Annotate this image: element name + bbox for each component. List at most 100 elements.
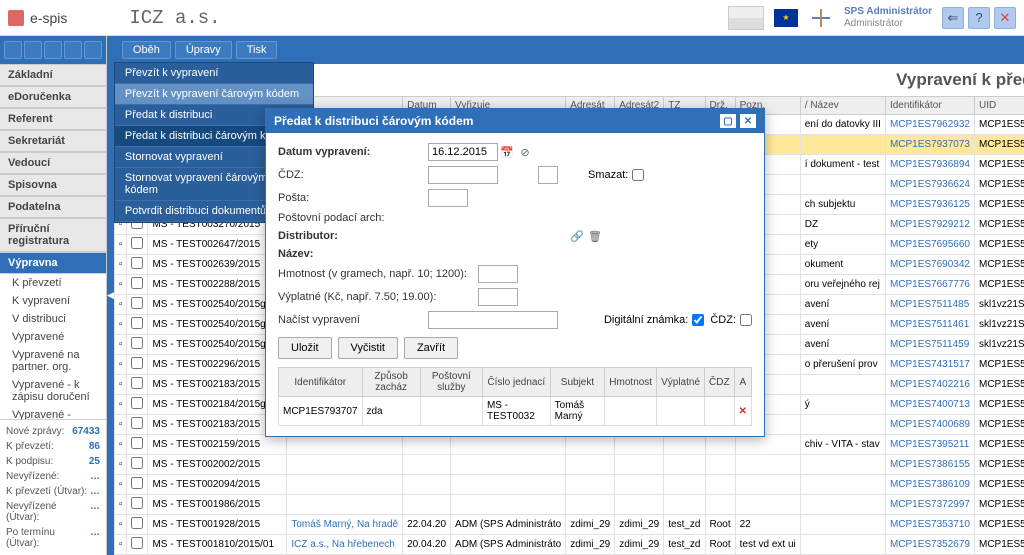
clear-button[interactable]: Vyčistit (338, 337, 398, 359)
row-checkbox[interactable] (131, 457, 143, 469)
sidebar-item[interactable]: Vypravené (0, 328, 106, 346)
cdz2-checkbox[interactable] (740, 314, 752, 326)
hmot-label: Hmotnost (v gramech, např. 10; 1200): (278, 268, 478, 280)
folder-icon: ▫ (119, 459, 123, 470)
sidebar-item[interactable]: K vypravení (0, 292, 106, 310)
dialog-popout-button[interactable]: ▢ (720, 114, 736, 128)
row-checkbox[interactable] (131, 497, 143, 509)
sidebar-section[interactable]: Výpravna (0, 252, 106, 274)
smazat-label: Smazat: (588, 169, 628, 181)
folder-icon: ▫ (119, 479, 123, 490)
toolbar-upravy-button[interactable]: Úpravy (175, 41, 232, 59)
sidebar-section[interactable]: Spisovna (0, 174, 106, 196)
digi-label: Digitální známka: (604, 314, 688, 326)
digi-checkbox[interactable] (692, 314, 704, 326)
row-checkbox[interactable] (131, 417, 143, 429)
distribuce-dialog: Předat k distribuci čárovým kódem ▢ ✕ Da… (265, 108, 765, 437)
datum-input[interactable] (428, 143, 498, 161)
table-row[interactable]: ▫MS - TEST002094/2015MCP1ES7386109MCP1ES… (114, 475, 1024, 495)
row-checkbox[interactable] (131, 237, 143, 249)
row-checkbox[interactable] (131, 277, 143, 289)
posta-input[interactable] (428, 189, 468, 207)
sidebar-collapse-handle[interactable]: ◀ (107, 36, 114, 555)
row-checkbox[interactable] (131, 537, 143, 549)
sidebar-section[interactable]: Vedoucí (0, 152, 106, 174)
sidebar-item[interactable]: Vypravené - k zápisu doručení (0, 376, 106, 406)
logo-area: e-spis (8, 10, 67, 26)
save-button[interactable]: Uložit (278, 337, 332, 359)
folder-icon: ▫ (119, 359, 123, 370)
folder-icon: ▫ (119, 539, 123, 550)
sidebar-item[interactable]: V distribuci (0, 310, 106, 328)
tool-folder-icon[interactable] (24, 41, 42, 59)
tool-settings-icon[interactable] (64, 41, 82, 59)
tool-list-icon[interactable] (44, 41, 62, 59)
row-checkbox[interactable] (131, 337, 143, 349)
folder-icon: ▫ (119, 239, 123, 250)
sidebar-item[interactable]: Vypravené na partner. org. (0, 346, 106, 376)
row-checkbox[interactable] (131, 477, 143, 489)
calendar-icon[interactable]: 📅 (500, 145, 514, 159)
user-role: Administrátor (844, 18, 932, 30)
eu-flag-icon: ★ (774, 9, 798, 27)
nazev-label: Název: (278, 248, 428, 260)
row-checkbox[interactable] (131, 517, 143, 529)
sidebar-section[interactable]: Příruční registratura (0, 218, 106, 252)
row-checkbox[interactable] (131, 317, 143, 329)
tool-edit-icon[interactable] (4, 41, 22, 59)
sidebar-item[interactable]: Vypravené - archiv (0, 406, 106, 419)
hmotnost-input[interactable] (478, 265, 518, 283)
folder-icon: ▫ (119, 259, 123, 270)
cdz-extra-input[interactable] (538, 166, 558, 184)
delete-icon[interactable]: 🗑 (588, 229, 602, 243)
app-header: e-spis ICZ a.s. ★ SPS Administrátor Admi… (0, 0, 1024, 36)
smazat-checkbox[interactable] (632, 169, 644, 181)
tool-search-icon[interactable] (84, 41, 102, 59)
folder-icon: ▫ (119, 399, 123, 410)
sidebar-section[interactable]: Referent (0, 108, 106, 130)
app-logo-text: e-spis (30, 10, 67, 26)
sps-logo-icon (808, 5, 834, 31)
table-row[interactable]: ▫MS - TEST001986/2015MCP1ES7372997MCP1ES… (114, 495, 1024, 515)
folder-icon: ▫ (119, 279, 123, 290)
table-row[interactable]: ▫MS - TEST002159/2015chiv - VITA - stavM… (114, 435, 1024, 455)
remove-row-icon[interactable]: ✕ (734, 397, 751, 426)
close-button[interactable]: Zavřít (404, 337, 458, 359)
main-toolbar: Oběh Úpravy Tisk (114, 36, 1024, 64)
nacist-input[interactable] (428, 311, 558, 329)
cdz-label: ČDZ: (278, 169, 428, 181)
row-checkbox[interactable] (131, 397, 143, 409)
posta-label: Pošta: (278, 192, 428, 204)
folder-icon: ▫ (119, 419, 123, 430)
clear-date-icon[interactable]: ⊘ (518, 145, 532, 159)
row-checkbox[interactable] (131, 257, 143, 269)
sidebar-section[interactable]: Základní (0, 64, 106, 86)
sidebar-section[interactable]: Podatelna (0, 196, 106, 218)
logout-button[interactable]: ✕ (994, 7, 1016, 29)
row-checkbox[interactable] (131, 377, 143, 389)
folder-icon: ▫ (119, 339, 123, 350)
folder-icon: ▫ (119, 379, 123, 390)
stats-block: Nové zprávy:67433K převzetí:86K podpisu:… (0, 419, 106, 555)
dropdown-item[interactable]: Převzít k vypravení (115, 63, 313, 84)
row-checkbox[interactable] (131, 297, 143, 309)
dialog-close-button[interactable]: ✕ (740, 114, 756, 128)
toolbar-tisk-button[interactable]: Tisk (236, 41, 278, 59)
row-checkbox[interactable] (131, 437, 143, 449)
toolbar-obeh-button[interactable]: Oběh (122, 41, 171, 59)
back-button[interactable]: ⇐ (942, 7, 964, 29)
table-row[interactable]: ▫MS - TEST001928/2015Tomáš Marný, Na hra… (114, 515, 1024, 535)
cdz-input[interactable] (428, 166, 498, 184)
lookup-icon[interactable]: 🔗 (570, 229, 584, 243)
sidebar-section[interactable]: Sekretariát (0, 130, 106, 152)
dropdown-item[interactable]: Převzít k vypravení čárovým kódem (115, 84, 313, 105)
sidebar-section[interactable]: eDoručenka (0, 86, 106, 108)
vyplatne-input[interactable] (478, 288, 518, 306)
table-row[interactable]: ▫MS - TEST002002/2015MCP1ES7386155MCP1ES… (114, 455, 1024, 475)
table-row[interactable]: ▫MS - TEST001810/2015/01ICZ a.s., Na hře… (114, 535, 1024, 555)
datum-label: Datum vypravení: (278, 146, 428, 158)
dialog-grid-row[interactable]: MCP1ES793707 zda MS - TEST0032 Tomáš Mar… (279, 397, 752, 426)
help-button[interactable]: ? (968, 7, 990, 29)
sidebar-item[interactable]: K převzetí (0, 274, 106, 292)
row-checkbox[interactable] (131, 357, 143, 369)
